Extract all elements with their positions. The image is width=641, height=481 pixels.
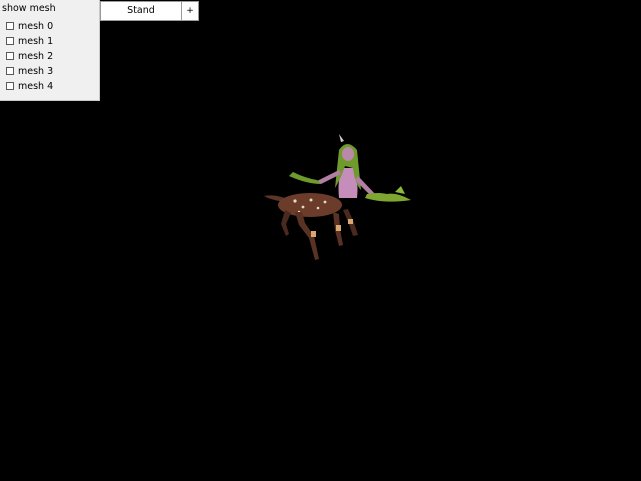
checkbox[interactable] [6,22,14,30]
mesh-label: mesh 2 [18,50,54,62]
mesh-toggle-3[interactable]: mesh 3 [6,65,53,77]
centaur-model [264,134,411,260]
mesh-visibility-panel: show mesh mesh 0 mesh 1 mesh 2 mesh 3 me… [0,0,100,101]
mesh-toggle-0[interactable]: mesh 0 [6,20,53,32]
animation-value[interactable]: Stand [101,2,181,20]
mesh-toggle-4[interactable]: mesh 4 [6,80,53,92]
checkbox[interactable] [6,37,14,45]
checkbox[interactable] [6,52,14,60]
animation-selector[interactable]: Stand + [100,1,199,21]
mesh-label: mesh 1 [18,35,54,47]
mesh-toggle-1[interactable]: mesh 1 [6,35,53,47]
mesh-label: mesh 3 [18,65,54,77]
mesh-label: mesh 4 [18,80,54,92]
mesh-label: mesh 0 [18,20,54,32]
animation-add-button[interactable]: + [182,2,198,20]
panel-title: show mesh [2,3,56,14]
checkbox[interactable] [6,82,14,90]
mesh-toggle-2[interactable]: mesh 2 [6,50,53,62]
checkbox[interactable] [6,67,14,75]
